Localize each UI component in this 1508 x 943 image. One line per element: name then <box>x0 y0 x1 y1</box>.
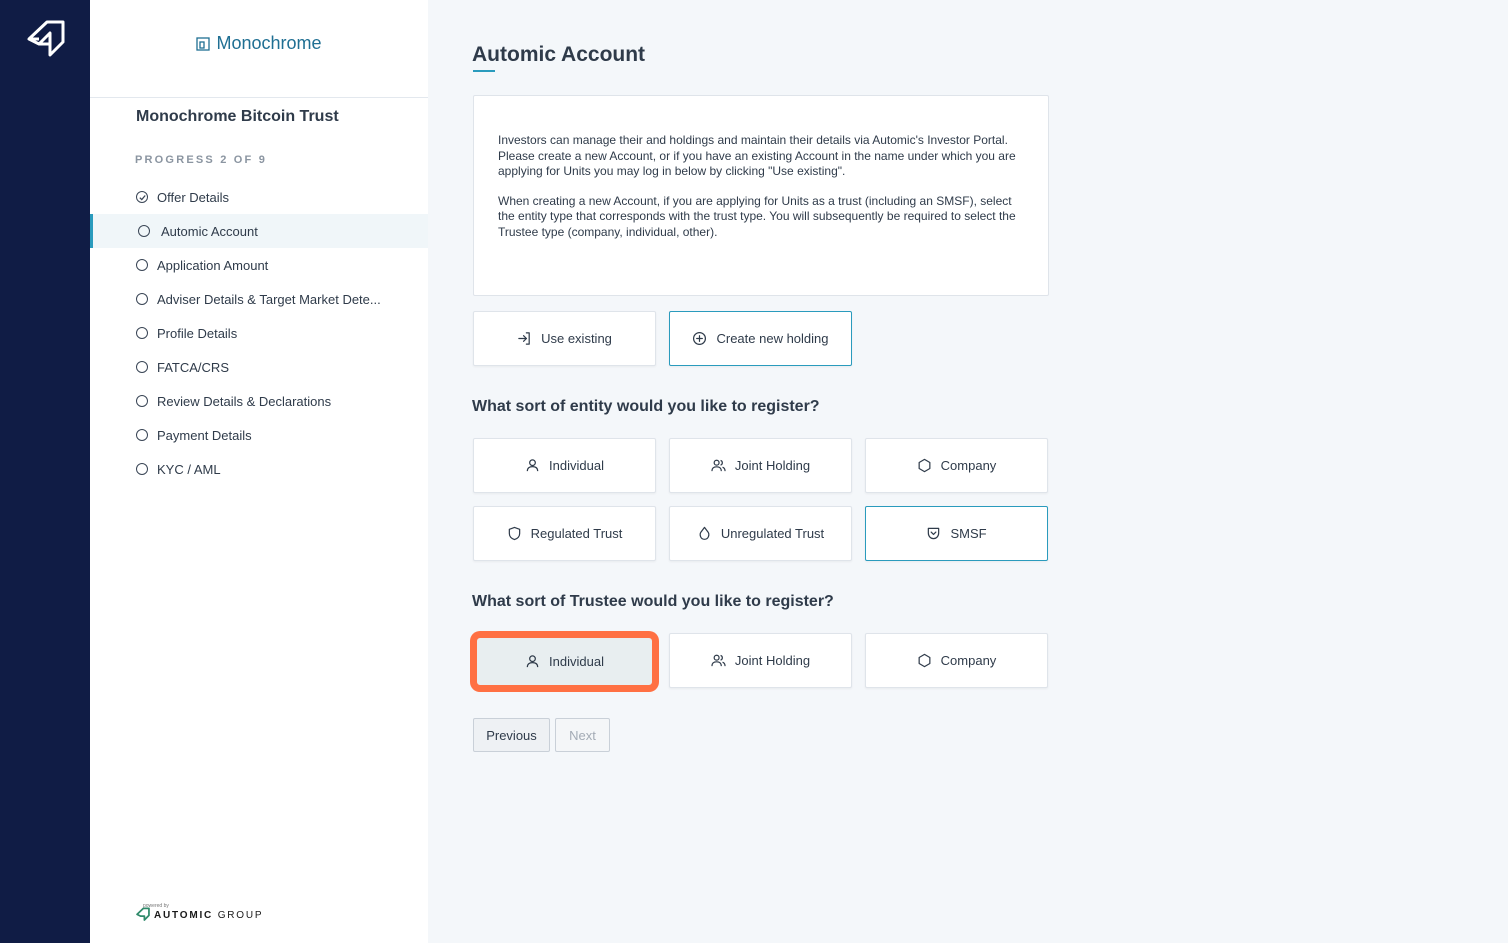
users-icon <box>711 654 726 667</box>
user-icon <box>526 655 539 668</box>
trustee-company-button[interactable]: Company <box>865 633 1048 688</box>
entity-unregulated-trust-label: Unregulated Trust <box>720 526 825 541</box>
page-title: Automic Account <box>472 43 646 66</box>
plus-circle-icon <box>693 331 707 346</box>
entity-joint-holding-button[interactable]: Joint Holding <box>669 438 852 493</box>
entity-company-button[interactable]: Company <box>865 438 1048 493</box>
step-label: FATCA/CRS <box>157 359 229 375</box>
info-paragraph: When creating a new Account, if you are … <box>498 193 1016 239</box>
step-label: KYC / AML <box>157 461 221 477</box>
users-icon <box>711 459 726 472</box>
step-label: Offer Details <box>157 189 230 205</box>
step-label: Payment Details <box>157 427 252 443</box>
hexagon-icon <box>918 653 931 668</box>
step-label: Review Details & Declarations <box>157 393 332 409</box>
login-icon <box>518 332 530 345</box>
user-icon <box>526 459 539 472</box>
entity-question: What sort of entity would you like to re… <box>472 398 820 415</box>
droplet-icon <box>699 526 710 540</box>
use-existing-button[interactable]: Use existing <box>473 311 656 366</box>
entity-unregulated-trust-button[interactable]: Unregulated Trust <box>669 506 852 561</box>
next-button[interactable]: Next <box>555 718 610 752</box>
step-label: Application Amount <box>157 257 269 273</box>
circle-icon <box>136 259 148 271</box>
trustee-individual-button[interactable]: Individual <box>472 633 657 690</box>
use-existing-label: Use existing <box>541 331 612 346</box>
shield-icon <box>508 526 520 541</box>
automic-logo-icon[interactable] <box>26 18 66 58</box>
trustee-company-label: Company <box>940 653 997 668</box>
step-profile-details[interactable]: Profile Details <box>90 316 428 350</box>
circle-icon <box>136 293 148 305</box>
create-new-holding-button[interactable]: Create new holding <box>669 311 852 366</box>
trustee-joint-holding-label: Joint Holding <box>734 653 811 668</box>
create-new-holding-label: Create new holding <box>716 331 829 346</box>
trustee-question: What sort of Trustee would you like to r… <box>472 593 834 610</box>
pocket-icon <box>928 527 940 540</box>
entity-joint-holding-label: Joint Holding <box>734 458 811 473</box>
circle-icon <box>138 225 150 237</box>
step-fatca-crs[interactable]: FATCA/CRS <box>90 350 428 384</box>
sidebar: Monochrome Monochrome Bitcoin Trust PROG… <box>90 0 428 943</box>
entity-smsf-label: SMSF <box>950 526 987 541</box>
info-card: Investors can manage their and holdings … <box>473 95 1049 296</box>
title-underline <box>473 70 495 72</box>
brand-header: Monochrome <box>90 0 428 98</box>
entity-company-label: Company <box>940 458 997 473</box>
offer-title: Monochrome Bitcoin Trust <box>136 108 339 125</box>
circle-icon <box>136 395 148 407</box>
step-label: Adviser Details & Target Market Dete... <box>157 291 381 307</box>
previous-button[interactable]: Previous <box>473 718 550 752</box>
entity-regulated-trust-label: Regulated Trust <box>530 526 623 541</box>
app-rail <box>0 0 90 943</box>
step-review-details[interactable]: Review Details & Declarations <box>90 384 428 418</box>
check-circle-icon <box>136 191 148 203</box>
step-payment-details[interactable]: Payment Details <box>90 418 428 452</box>
main-content: Automic Account Investors can manage the… <box>428 0 1508 943</box>
step-label: Profile Details <box>157 325 238 341</box>
circle-icon <box>136 463 148 475</box>
step-automic-account[interactable]: Automic Account <box>90 214 428 248</box>
trustee-individual-label: Individual <box>549 654 604 669</box>
brand-logo: Monochrome <box>196 33 322 54</box>
entity-smsf-button[interactable]: SMSF <box>865 506 1048 561</box>
brand-name: Monochrome <box>216 33 322 53</box>
circle-icon <box>136 429 148 441</box>
automic-group-wordmark: AUTOMIC GROUP <box>154 910 264 921</box>
progress-indicator: PROGRESS 2 OF 9 <box>135 154 268 166</box>
step-kyc-aml[interactable]: KYC / AML <box>90 452 428 486</box>
monochrome-logo-icon <box>196 36 211 51</box>
step-application-amount[interactable]: Application Amount <box>90 248 428 282</box>
powered-by-automic: powered by AUTOMIC GROUP <box>136 903 264 921</box>
trustee-joint-holding-button[interactable]: Joint Holding <box>669 633 852 688</box>
powered-by-text: powered by <box>143 903 169 909</box>
step-list: Offer Details Automic Account Applicatio… <box>90 180 428 486</box>
entity-regulated-trust-button[interactable]: Regulated Trust <box>473 506 656 561</box>
info-paragraph: Investors can manage their and holdings … <box>498 133 1016 179</box>
hexagon-icon <box>918 458 931 473</box>
entity-individual-button[interactable]: Individual <box>473 438 656 493</box>
step-adviser-details[interactable]: Adviser Details & Target Market Dete... <box>90 282 428 316</box>
circle-icon <box>136 361 148 373</box>
step-label: Automic Account <box>161 223 258 239</box>
step-offer-details[interactable]: Offer Details <box>90 180 428 214</box>
circle-icon <box>136 327 148 339</box>
entity-individual-label: Individual <box>549 458 604 473</box>
